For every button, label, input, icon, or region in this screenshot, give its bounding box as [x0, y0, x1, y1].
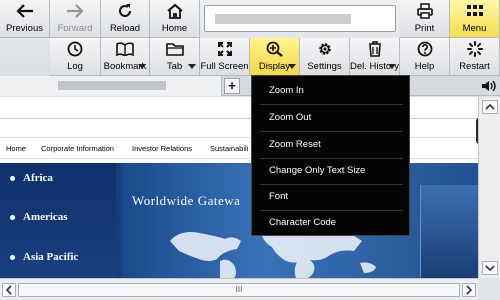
zoom-magnifier-icon [266, 40, 284, 58]
settings-button[interactable]: Settings [300, 38, 350, 76]
region-americas-label: Americas [23, 211, 68, 223]
url-text [215, 14, 351, 24]
display-label: Display [258, 61, 291, 72]
address-bar[interactable] [204, 5, 396, 32]
nav-investor-relations[interactable]: Investor Relations [132, 144, 192, 153]
home-label: Home [161, 23, 188, 34]
tab-label: Tab [166, 61, 183, 72]
tab-title [58, 81, 166, 90]
bullet-icon [10, 175, 15, 181]
clock-icon [67, 40, 83, 58]
region-americas[interactable]: Americas [10, 211, 68, 223]
book-icon [116, 40, 134, 58]
forward-label: Forward [57, 23, 93, 34]
log-label: Log [67, 61, 83, 72]
chevron-up-icon [485, 104, 495, 110]
nav-home[interactable]: Home [6, 144, 26, 153]
region-asia-pacific-label: Asia Pacific [23, 251, 79, 263]
arrow-right-icon [66, 2, 84, 20]
new-tab-button[interactable]: + [224, 78, 240, 94]
home-button[interactable]: Home [150, 0, 200, 38]
trash-icon [368, 40, 382, 58]
menu-item-zoom-in[interactable]: Zoom In [252, 78, 409, 104]
scroll-up-button[interactable] [482, 100, 498, 114]
tab-button[interactable]: Tab [150, 38, 200, 76]
hero-side-image [420, 185, 478, 278]
grid-menu-icon [466, 2, 483, 20]
log-button[interactable]: Log [50, 38, 101, 76]
scroll-down-button[interactable] [482, 261, 498, 275]
folder-icon [165, 40, 184, 58]
delete-history-button[interactable]: Del. History [350, 38, 400, 76]
printer-icon [416, 2, 434, 20]
house-icon [166, 2, 184, 20]
bullet-icon [10, 214, 15, 220]
region-africa[interactable]: Africa [10, 172, 53, 184]
previous-label: Previous [6, 23, 43, 34]
browser-toolbar: Previous Forward Reload Home Print Menu [0, 0, 500, 76]
previous-button[interactable]: Previous [0, 0, 50, 38]
restart-spinner-icon [466, 40, 483, 58]
browser-tab[interactable] [0, 76, 222, 96]
chevron-down-icon [138, 64, 146, 69]
chevron-down-icon [485, 265, 495, 271]
chevron-left-icon [6, 285, 12, 295]
settings-label: Settings [307, 61, 342, 72]
help-question-icon [417, 40, 433, 58]
forward-button[interactable]: Forward [50, 0, 101, 38]
menu-item-zoom-reset[interactable]: Zoom Reset [252, 132, 409, 158]
full-screen-label: Full Screen [200, 61, 249, 72]
bullet-icon [10, 254, 15, 260]
menu-button[interactable]: Menu [450, 0, 500, 38]
reload-button[interactable]: Reload [101, 0, 150, 38]
menu-item-change-text-size[interactable]: Change Only Text Size [252, 158, 409, 184]
display-dropdown-menu: Zoom In Zoom Out Zoom Reset Change Only … [251, 75, 410, 236]
full-screen-button[interactable]: Full Screen [200, 38, 250, 76]
reload-label: Reload [109, 23, 141, 34]
nav-sustainability[interactable]: Sustainabili [210, 144, 248, 153]
display-button[interactable]: Display [250, 38, 300, 76]
print-label: Print [414, 23, 435, 34]
arrow-left-icon [15, 2, 34, 20]
speaker-icon[interactable] [481, 78, 497, 94]
nav-corporate-information[interactable]: Corporate Information [41, 144, 114, 153]
reload-icon [117, 2, 133, 20]
chevron-down-icon [288, 64, 296, 69]
scrollbar-corner [478, 278, 500, 300]
menu-item-character-code[interactable]: Character Code [252, 210, 409, 236]
help-button[interactable]: Help [400, 38, 450, 76]
menu-label: Menu [462, 23, 487, 34]
chevron-down-icon [188, 64, 196, 69]
gear-icon [317, 40, 333, 58]
vertical-scrollbar[interactable] [478, 97, 500, 278]
help-label: Help [414, 61, 435, 72]
menu-item-zoom-out[interactable]: Zoom Out [252, 105, 409, 131]
horizontal-scrollbar[interactable]: III [0, 278, 478, 300]
horizontal-scroll-thumb[interactable]: III [18, 283, 460, 297]
tab-bar: + [0, 76, 500, 96]
chevron-right-icon [466, 285, 472, 295]
restart-button[interactable]: Restart [450, 38, 500, 76]
menu-item-font[interactable]: Font [252, 184, 409, 210]
scroll-right-button[interactable] [462, 283, 476, 297]
hero-title: Worldwide Gatewa [132, 193, 241, 208]
region-asia-pacific[interactable]: Asia Pacific [10, 251, 78, 263]
restart-label: Restart [459, 61, 490, 72]
chevron-down-icon [388, 64, 396, 69]
bookmark-button[interactable]: Bookmark [101, 38, 150, 76]
region-africa-label: Africa [23, 172, 53, 184]
print-button[interactable]: Print [400, 0, 450, 38]
fullscreen-icon [217, 40, 233, 58]
scroll-left-button[interactable] [2, 283, 16, 297]
